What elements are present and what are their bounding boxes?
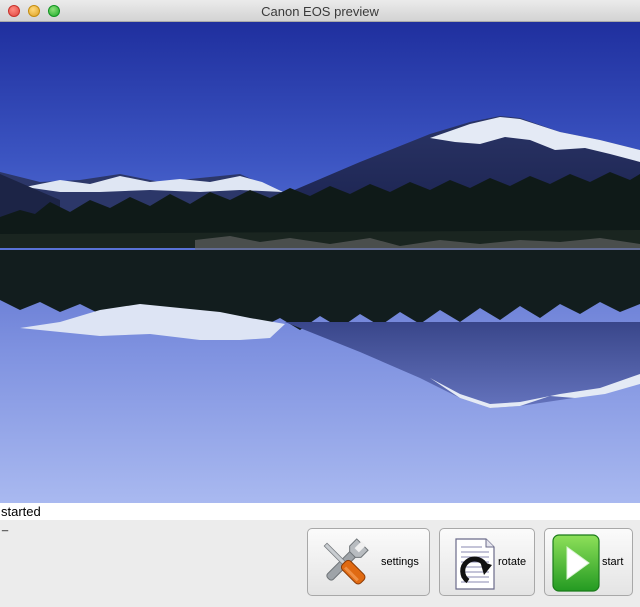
- camera-preview-image: [0, 22, 640, 503]
- rotate-button[interactable]: rotate: [439, 528, 535, 596]
- settings-button[interactable]: settings: [307, 528, 430, 596]
- settings-label: settings: [381, 556, 419, 568]
- title-bar[interactable]: Canon EOS preview: [0, 0, 640, 22]
- rotate-label: rotate: [498, 556, 527, 568]
- status-caret: _: [2, 520, 9, 532]
- rotate-document-icon: [455, 538, 495, 590]
- wrench-screwdriver-icon: [323, 538, 369, 585]
- status-text: started: [1, 504, 41, 519]
- start-label: start: [602, 556, 624, 568]
- window-title: Canon EOS preview: [261, 4, 379, 19]
- status-area: started: [0, 503, 640, 520]
- mountain-lake-photo: [0, 22, 640, 503]
- start-button[interactable]: start: [544, 528, 633, 596]
- app-window: Canon EOS preview started _ settings rot…: [0, 0, 640, 607]
